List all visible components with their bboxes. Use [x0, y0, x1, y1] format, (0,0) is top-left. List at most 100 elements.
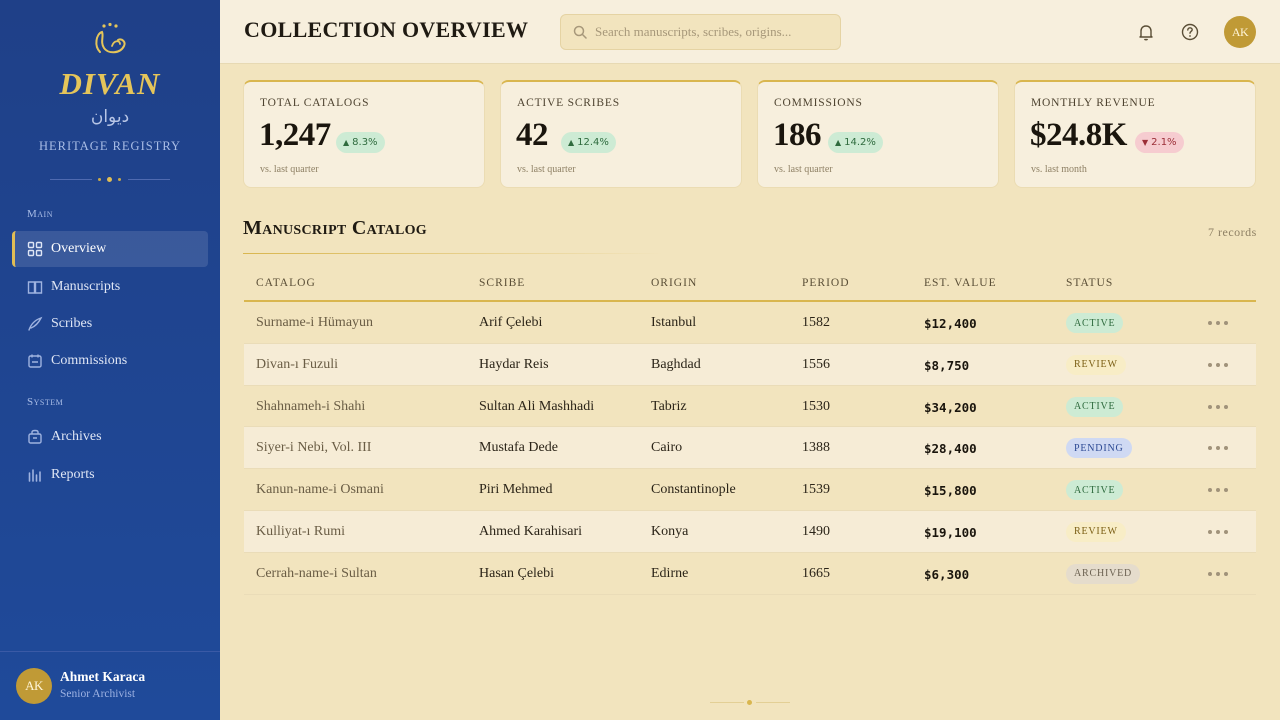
cell-catalog[interactable]: Kanun-name-i Osmani — [256, 482, 384, 498]
stat-card-monthly-revenue: MONTHLY REVENUE $24.8K ▼ 2.1% vs. last mo… — [1014, 80, 1256, 188]
help-icon[interactable] — [1180, 22, 1200, 42]
row-more-icon[interactable] — [1208, 529, 1228, 534]
search-icon — [573, 25, 587, 39]
table-row[interactable]: Divan-ı Fuzuli Haydar Reis Baghdad 1556 $8,7… — [244, 343, 1256, 386]
cell-catalog[interactable]: Siyer-i Nebi, Vol. III — [256, 440, 371, 456]
stat-card-commissions: COMMISSIONS 186 ▲ 14.2% vs. last quarter — [757, 80, 999, 188]
stat-label: COMMISSIONS — [774, 97, 863, 109]
sidebar-item-manuscripts[interactable]: Manuscripts — [12, 269, 208, 305]
arrow-down-icon: ▼ — [1142, 138, 1149, 147]
stat-card-active-scribes: ACTIVE SCRIBES 42 ▲ 12.4% vs. last quarte… — [500, 80, 742, 188]
cell-origin: Konya — [651, 523, 689, 539]
row-more-icon[interactable] — [1208, 362, 1228, 367]
header-avatar[interactable]: AK — [1224, 16, 1256, 48]
section-title: Manuscript Catalog — [243, 217, 427, 239]
column-header-origin[interactable]: ORIGIN — [651, 277, 697, 289]
cell-period: 1665 — [802, 565, 830, 581]
app-name: DIVAN — [59, 66, 161, 101]
cell-origin: Tabriz — [651, 398, 687, 414]
stat-label: TOTAL CATALOGS — [260, 97, 370, 109]
sidebar-ornament — [50, 175, 170, 185]
sidebar-item-label: Overview — [51, 241, 107, 256]
bar-chart-icon — [28, 469, 41, 482]
cell-scribe: Haydar Reis — [479, 356, 549, 372]
stat-note: vs. last quarter — [260, 164, 319, 175]
stat-value: 1,247 — [259, 117, 331, 153]
column-header-status[interactable]: STATUS — [1066, 277, 1113, 289]
stat-note: vs. last quarter — [517, 164, 576, 175]
sidebar-user[interactable]: AK Ahmet Karaca Senior Archivist — [0, 651, 220, 720]
cell-origin: Istanbul — [651, 315, 697, 330]
cell-catalog[interactable]: Divan-ı Fuzuli — [256, 357, 338, 373]
table-header: CATALOG SCRIBE ORIGIN PERIOD EST. VALUE … — [244, 264, 1256, 302]
table-row[interactable]: Kulliyat-ı Rumi Ahmed Karahisari Konya 1490… — [244, 510, 1256, 553]
status-badge: PENDING — [1066, 438, 1132, 459]
stat-note: vs. last quarter — [774, 164, 833, 175]
column-header-period[interactable]: PERIOD — [802, 277, 850, 289]
sidebar-item-commissions[interactable]: Commissions — [12, 343, 208, 379]
cell-catalog[interactable]: Shahnameh-i Shahi — [256, 399, 365, 415]
cell-scribe: Ahmed Karahisari — [479, 523, 583, 539]
cell-catalog[interactable]: Cerrah-name-i Sultan — [256, 566, 377, 582]
search-input[interactable] — [595, 24, 825, 40]
arrow-up-icon: ▲ — [343, 138, 350, 147]
status-badge: REVIEW — [1066, 354, 1126, 375]
quill-icon — [28, 316, 43, 331]
cell-scribe: Arif Çelebi — [479, 315, 543, 330]
table-row[interactable]: Surname-i Hümayun Arif Çelebi Istanbul 1582… — [244, 302, 1256, 344]
nav-section-main: Main — [27, 208, 53, 220]
stat-change-badge: ▲ 12.4% — [561, 132, 616, 153]
table-row[interactable]: Cerrah-name-i Sultan Hasan Çelebi Edirne 16… — [244, 553, 1256, 595]
cell-period: 1582 — [802, 315, 830, 330]
cell-catalog[interactable]: Surname-i Hümayun — [256, 315, 373, 331]
sidebar-item-overview[interactable]: Overview — [12, 231, 208, 267]
sidebar: DIVAN ديوان HERITAGE REGISTRY Main Overv… — [0, 0, 220, 720]
notification-bell-icon[interactable] — [1136, 22, 1156, 42]
stat-change-badge: ▼ 2.1% — [1135, 132, 1184, 153]
arrow-up-icon: ▲ — [568, 138, 575, 147]
cell-scribe: Hasan Çelebi — [479, 565, 555, 581]
cell-period: 1388 — [802, 440, 830, 456]
sidebar-item-reports[interactable]: Reports — [12, 457, 208, 493]
stat-label: ACTIVE SCRIBES — [517, 97, 620, 109]
column-header-scribe[interactable]: SCRIBE — [479, 277, 525, 289]
table-body: Surname-i Hümayun Arif Çelebi Istanbul 1582… — [244, 302, 1256, 595]
sidebar-item-scribes[interactable]: Scribes — [12, 306, 208, 342]
row-more-icon[interactable] — [1208, 488, 1228, 493]
nav-section-system: System — [27, 396, 64, 408]
table-row[interactable]: Shahnameh-i Shahi Sultan Ali Mashhadi Tabr… — [244, 386, 1256, 428]
status-badge: ACTIVE — [1066, 313, 1124, 333]
cell-origin: Constantinople — [651, 482, 736, 498]
stat-note: vs. last month — [1031, 164, 1087, 175]
cell-value: $15,800 — [924, 483, 977, 499]
book-icon — [27, 281, 43, 294]
crown-logo-icon — [95, 22, 126, 54]
row-more-icon[interactable] — [1208, 321, 1228, 325]
cell-value: $6,300 — [924, 566, 970, 582]
search-box[interactable] — [560, 14, 841, 50]
section-divider — [243, 253, 663, 254]
row-more-icon[interactable] — [1208, 404, 1228, 409]
cell-period: 1530 — [802, 398, 830, 414]
user-avatar: AK — [16, 668, 52, 704]
cell-origin: Cairo — [651, 440, 683, 456]
app-subtitle: HERITAGE REGISTRY — [38, 139, 182, 153]
stat-change-badge: ▲ 8.3% — [336, 132, 385, 153]
column-header-value[interactable]: EST. VALUE — [924, 277, 997, 289]
sidebar-item-label: Scribes — [51, 316, 93, 331]
status-badge: ACTIVE — [1066, 480, 1124, 501]
stat-value: 42 — [516, 117, 549, 153]
top-header: COLLECTION OVERVIEW AK — [220, 0, 1280, 64]
row-more-icon[interactable] — [1208, 571, 1228, 576]
table-row[interactable]: Siyer-i Nebi, Vol. III Mustafa Dede Cairo 1… — [244, 427, 1256, 470]
record-count: 7 records — [1208, 225, 1257, 239]
table-row[interactable]: Kanun-name-i Osmani Piri Mehmed Constantin… — [244, 469, 1256, 511]
user-name: Ahmet Karaca — [60, 669, 146, 684]
column-header-catalog[interactable]: CATALOG — [256, 277, 316, 289]
sidebar-item-archives[interactable]: Archives — [12, 419, 208, 455]
cell-value: $12,400 — [924, 316, 977, 331]
cell-scribe: Piri Mehmed — [479, 482, 553, 498]
row-more-icon[interactable] — [1208, 446, 1228, 451]
cell-catalog[interactable]: Kulliyat-ı Rumi — [256, 524, 345, 540]
app-arabic-name: ديوان — [90, 107, 130, 127]
